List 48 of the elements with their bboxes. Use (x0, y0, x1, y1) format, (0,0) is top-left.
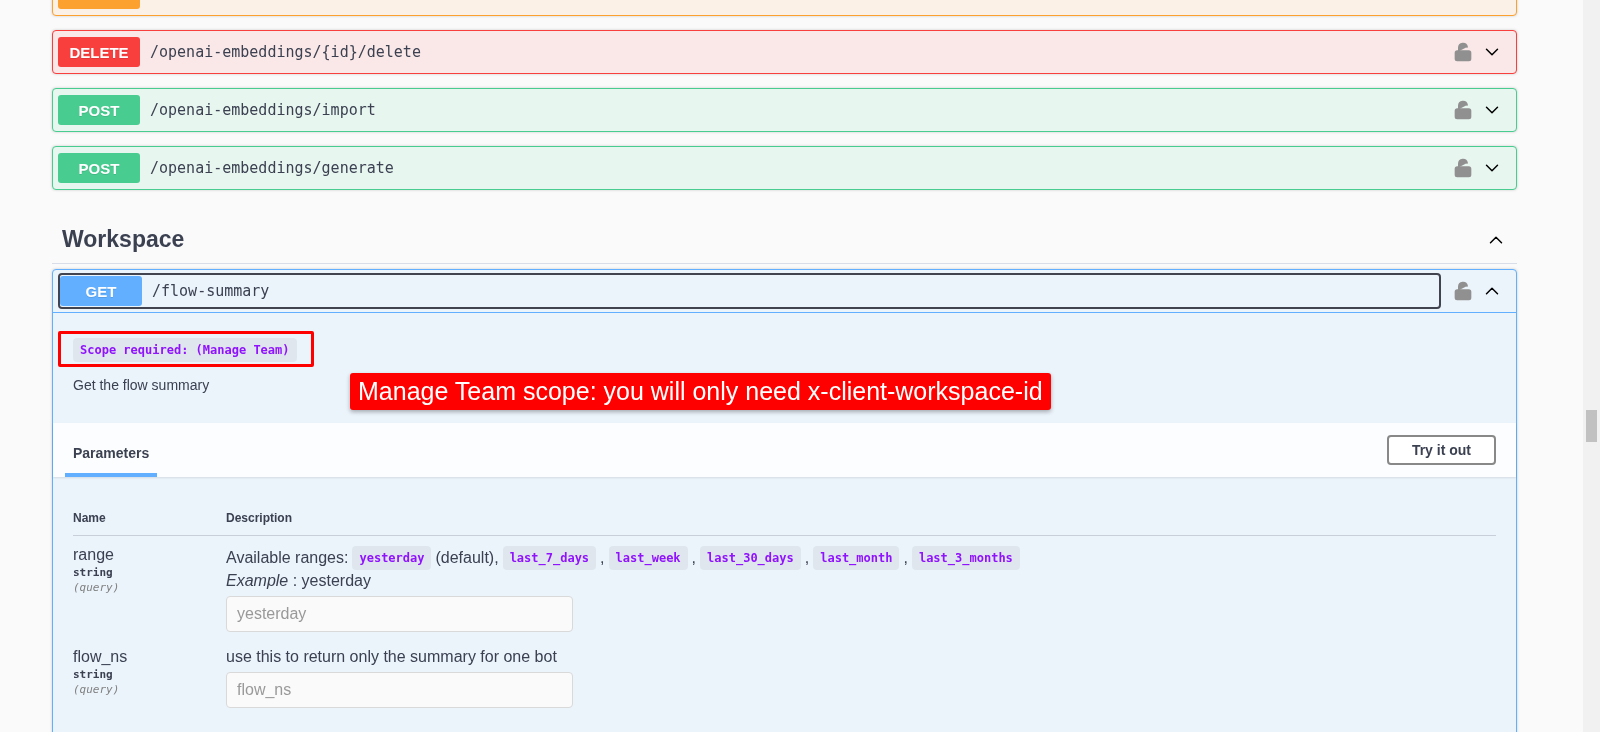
range-value: yesterday (352, 546, 432, 570)
parameter-type: string (73, 566, 114, 579)
endpoint-path: /openai-embeddings/{id}/delete (150, 43, 421, 61)
column-header: Name (73, 511, 107, 525)
parameter-name: flow_ns (73, 648, 129, 666)
operation-summary[interactable]: DELETE /openai-embeddings/{id}/delete (58, 36, 1441, 68)
description-text: , (600, 549, 605, 567)
operation-description: Get the flow summary (73, 377, 210, 393)
range-value: last_3_months (911, 546, 1020, 570)
section-title[interactable]: Workspace (62, 226, 185, 253)
description-text: , (691, 549, 697, 567)
method-badge: POST (58, 153, 140, 183)
method-badge: DELETE (58, 37, 140, 67)
description-text: , (804, 549, 810, 567)
scrollbar-thumb[interactable] (1586, 410, 1597, 442)
example-text: Example : yesterday (226, 572, 371, 590)
unlocked-padlock-icon[interactable] (1453, 42, 1473, 62)
unlocked-padlock-icon[interactable] (1453, 100, 1473, 120)
parameter-input[interactable]: flow_ns (226, 672, 573, 708)
parameter-location: (query) (73, 683, 121, 696)
operation-summary[interactable]: POST /openai-embeddings/import (58, 94, 1441, 126)
operation-summary[interactable]: POST /openai-embeddings/generate (58, 152, 1441, 184)
endpoint-path: /flow-summary (152, 282, 270, 300)
unlocked-padlock-icon[interactable] (1453, 281, 1473, 301)
parameter-name: range (73, 546, 115, 564)
scope-tag: Scope required: (Manage Team) (73, 338, 297, 362)
method-badge: POST (58, 95, 140, 125)
description-text: use this to return only the summary for one bot (226, 648, 557, 666)
parameters-tab[interactable]: Parameters (65, 431, 158, 477)
endpoint-path: /openai-embeddings/import (150, 101, 376, 119)
scrollbar[interactable] (1583, 0, 1600, 732)
description-text: (default), (435, 549, 499, 567)
operation-summary[interactable]: GET /flow-summary (58, 273, 1441, 309)
column-header: Description (226, 511, 293, 525)
annotation-callout: Manage Team scope: you will only need x-client-workspace-id (350, 373, 1051, 410)
parameter-input[interactable]: yesterday (226, 596, 573, 632)
try-it-out-button[interactable]: Try it out (1386, 435, 1496, 465)
method-badge: GET (60, 276, 142, 306)
description-text: , (903, 549, 908, 567)
range-value: last_month (813, 546, 900, 570)
range-value: last_30_days (700, 546, 801, 570)
unlocked-padlock-icon[interactable] (1453, 158, 1473, 178)
range-value: last_7_days (502, 546, 597, 570)
parameter-type: string (73, 668, 114, 681)
description-text: Available ranges: (226, 549, 349, 567)
endpoint-path: /openai-embeddings/generate (150, 159, 394, 177)
range-value: last_week (608, 546, 688, 570)
parameter-location: (query) (73, 581, 121, 594)
